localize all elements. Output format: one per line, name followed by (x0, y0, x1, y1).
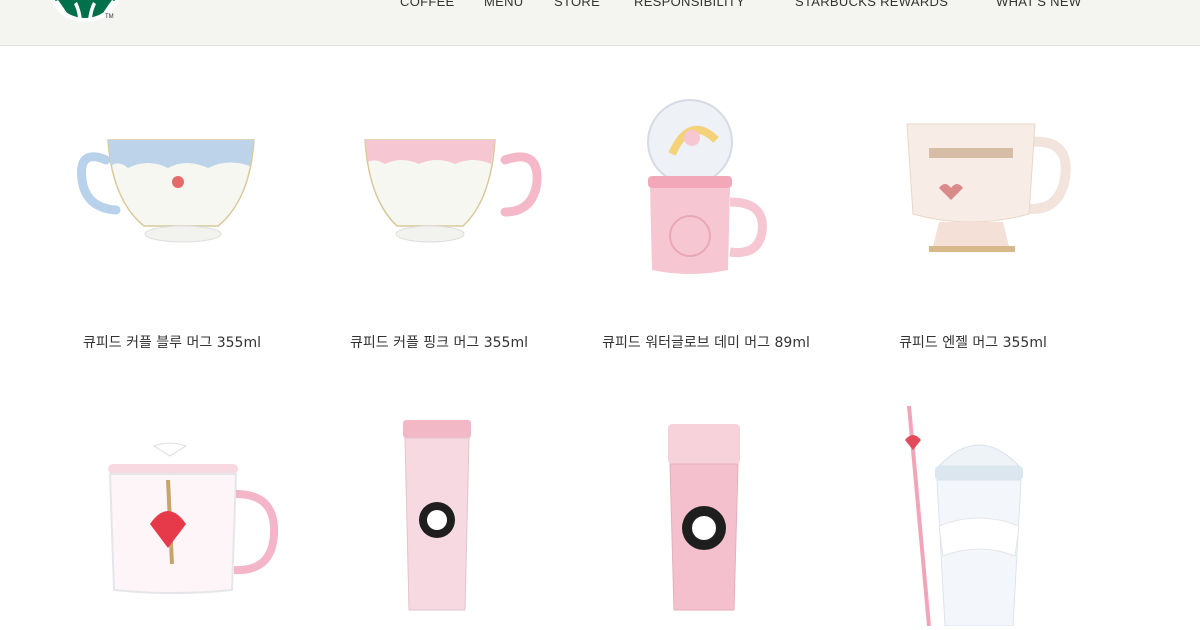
product-card[interactable]: 큐피드 엔젤 머그 355ml (839, 80, 1107, 370)
pink-stainless-tumbler-image (668, 424, 740, 611)
nav-starbucks-rewards[interactable]: STARBUCKS REWARDS (795, 0, 948, 9)
product-card[interactable] (839, 400, 1107, 630)
product-name[interactable]: 큐피드 커플 핑크 머그 355ml (305, 332, 573, 352)
pink-cupid-mug-image (364, 139, 542, 243)
product-card[interactable]: 큐피드 커플 핑크 머그 355ml (305, 80, 573, 370)
product-name[interactable]: 큐피드 커플 블루 머그 355ml (38, 332, 306, 352)
product-card[interactable]: 큐피드 커플 블루 머그 355ml (38, 80, 306, 370)
pink-tumbler-image (403, 420, 471, 611)
product-card[interactable]: 큐피드 워터글로브 데미 머그 89ml (572, 80, 840, 370)
nav-menu[interactable]: MENU (484, 0, 523, 9)
nav-store[interactable]: STORE (554, 0, 600, 9)
heart-glass-mug-image (108, 442, 279, 594)
product-name[interactable]: 큐피드 엔젤 머그 355ml (839, 332, 1107, 352)
site-header: TM COFFEE MENU STORE RESPONSIBILITY STAR… (0, 0, 1200, 46)
cold-cup-image (905, 406, 1023, 626)
water-globe-mug-image (647, 99, 767, 274)
angel-mug-image (906, 123, 1071, 252)
nav-whats-new[interactable]: WHAT'S NEW (996, 0, 1081, 9)
trademark-label: TM (105, 14, 114, 20)
nav-coffee[interactable]: COFFEE (400, 0, 455, 9)
blue-cupid-mug-image (77, 139, 255, 243)
product-card[interactable] (572, 400, 840, 630)
nav-responsibility[interactable]: RESPONSIBILITY (634, 0, 745, 9)
product-card[interactable] (305, 400, 573, 630)
product-name[interactable]: 큐피드 워터글로브 데미 머그 89ml (572, 332, 840, 352)
product-card[interactable] (38, 400, 306, 630)
